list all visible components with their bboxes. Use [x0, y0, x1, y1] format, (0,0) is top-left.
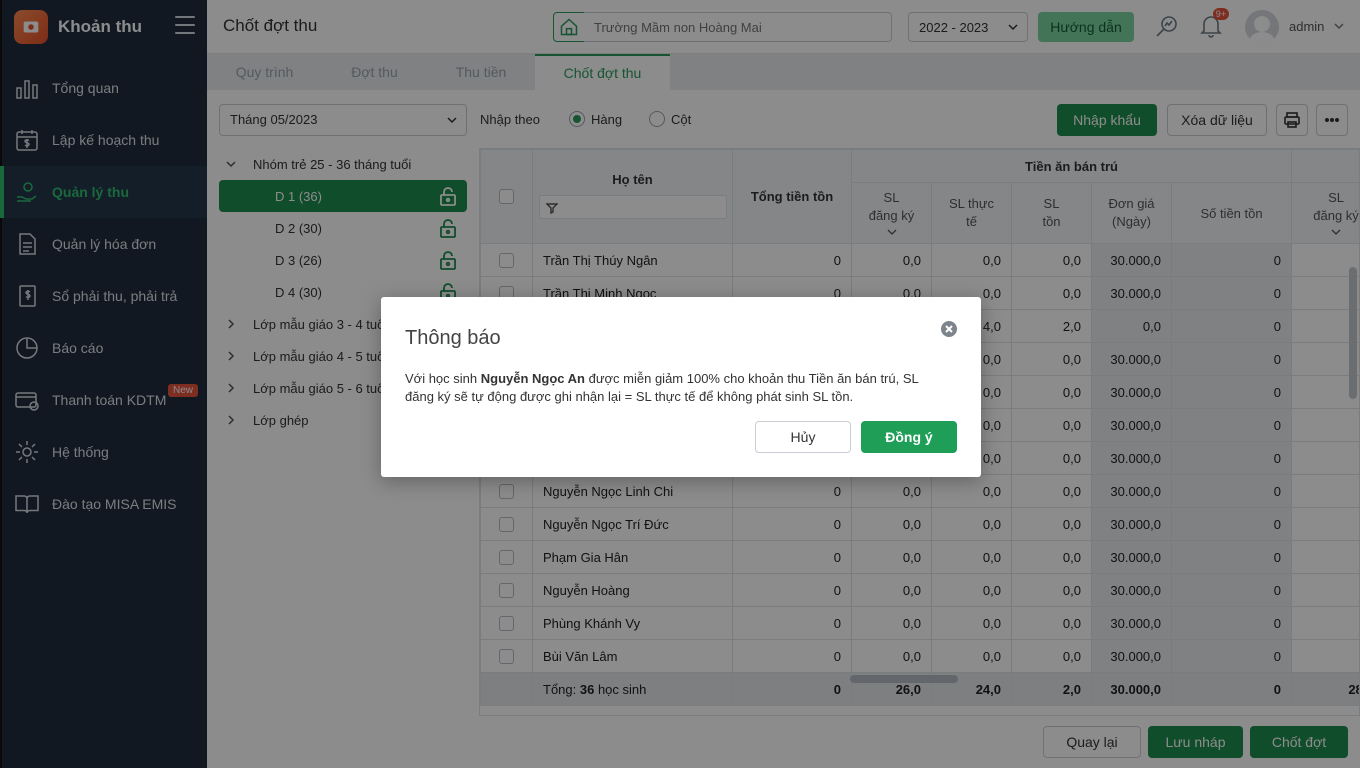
close-icon [945, 325, 953, 333]
dialog-title: Thông báo [405, 327, 501, 349]
notification-dialog: Thông báo Với học sinh Nguyễn Ngọc An đư… [381, 297, 981, 477]
dialog-message: Với học sinh Nguyễn Ngọc An được miễn gi… [405, 371, 919, 404]
cancel-button[interactable]: Hủy [755, 421, 851, 453]
confirm-button[interactable]: Đồng ý [861, 421, 957, 453]
close-button[interactable] [941, 321, 957, 337]
student-name: Nguyễn Ngọc An [480, 371, 585, 386]
